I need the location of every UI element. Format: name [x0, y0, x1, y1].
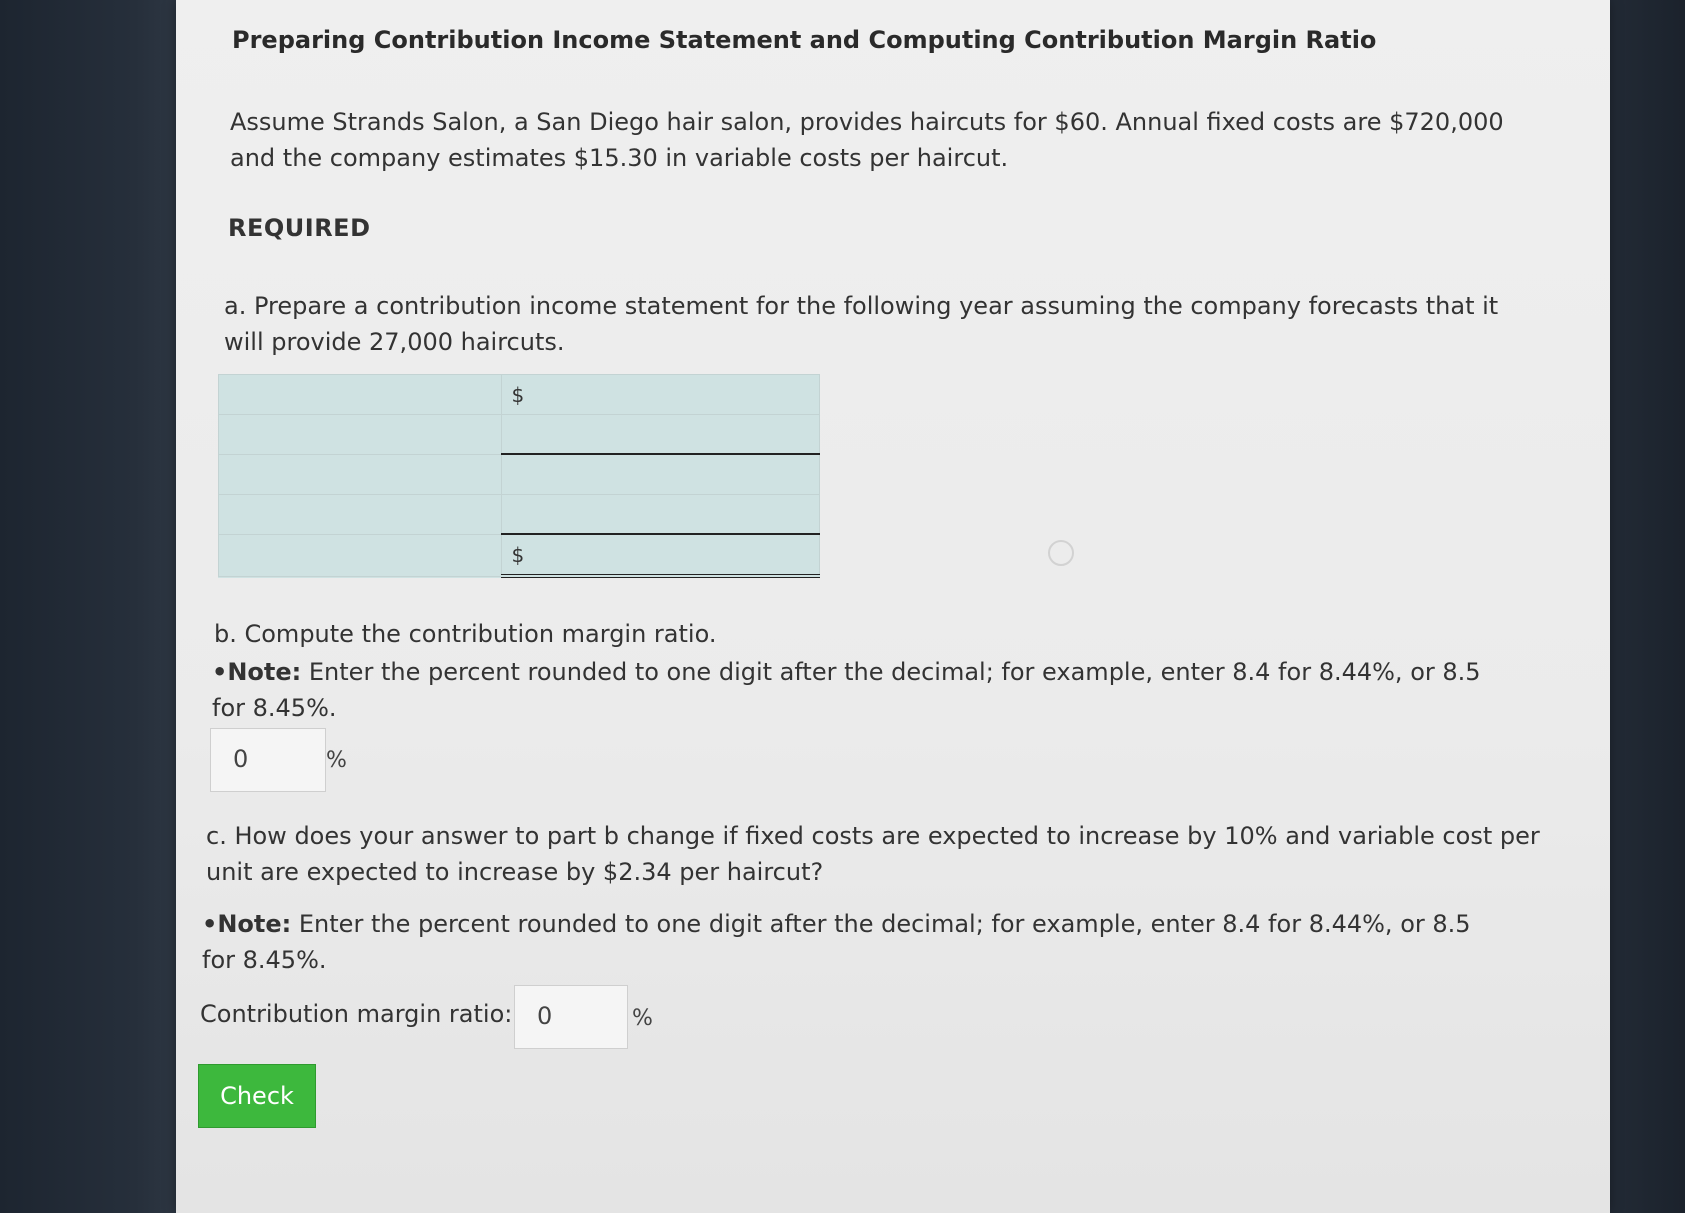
row-amount-input[interactable]: $	[500, 533, 821, 578]
table-row: $	[218, 533, 821, 578]
row-amount-input[interactable]	[500, 413, 821, 456]
note-text: Enter the percent rounded to one digit a…	[202, 910, 1471, 974]
contribution-margin-ratio-input[interactable]: 0	[210, 728, 326, 792]
table-row	[218, 413, 821, 456]
part-a-prompt: a. Prepare a contribution income stateme…	[224, 292, 1499, 356]
row-label-input[interactable]	[218, 413, 502, 455]
table-row: $	[218, 374, 821, 415]
row-amount-input[interactable]	[500, 453, 821, 495]
percent-unit: %	[326, 748, 347, 773]
row-label-input[interactable]	[218, 533, 502, 577]
problem-intro: Assume Strands Salon, a San Diego hair s…	[230, 108, 1504, 172]
row-amount-input[interactable]: $	[500, 374, 821, 415]
row-label-input[interactable]	[218, 453, 502, 495]
dollar-sign: $	[511, 383, 525, 407]
note-label: •Note:	[202, 910, 292, 938]
circle-icon	[1048, 540, 1074, 566]
contribution-income-statement-table: $ $	[218, 374, 821, 578]
revised-contribution-margin-ratio-input[interactable]: 0	[514, 985, 628, 1049]
note-text: Enter the percent rounded to one digit a…	[212, 658, 1481, 722]
page-title: Preparing Contribution Income Statement …	[232, 26, 1377, 54]
row-label-input[interactable]	[218, 493, 502, 535]
row-amount-input[interactable]	[500, 493, 821, 536]
part-c-prompt: c. How does your answer to part b change…	[206, 822, 1540, 886]
question-page: Preparing Contribution Income Statement …	[176, 0, 1610, 1213]
contribution-margin-ratio-label: Contribution margin ratio:	[200, 1000, 513, 1028]
dollar-sign: $	[511, 543, 525, 568]
part-c-note: •Note: Enter the percent rounded to one …	[202, 906, 1502, 978]
part-b-note: •Note: Enter the percent rounded to one …	[212, 654, 1512, 726]
percent-unit: %	[632, 1006, 653, 1031]
note-label: •Note:	[212, 658, 302, 686]
table-row	[218, 453, 821, 495]
required-heading: REQUIRED	[228, 214, 371, 242]
part-b-prompt: b. Compute the contribution margin ratio…	[214, 620, 717, 648]
check-button[interactable]: Check	[198, 1064, 316, 1128]
row-label-input[interactable]	[218, 374, 502, 415]
table-row	[218, 493, 821, 536]
